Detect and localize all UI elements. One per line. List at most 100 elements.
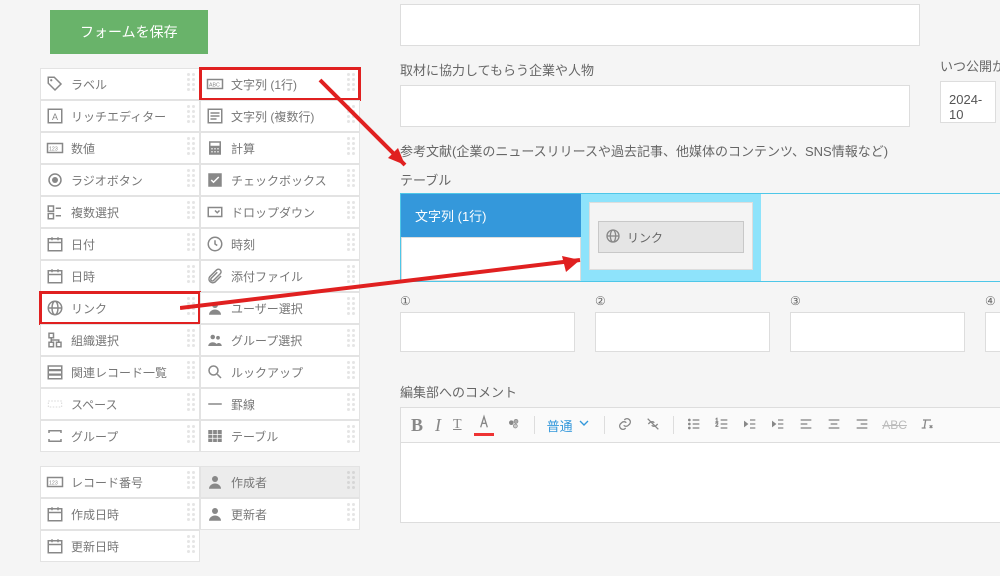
drop-label: リンク bbox=[627, 229, 663, 246]
ABC-icon: ABC bbox=[205, 74, 225, 94]
column-number: ① bbox=[400, 294, 575, 308]
underline-button[interactable]: T bbox=[453, 417, 462, 433]
palette-item-label: スペース bbox=[71, 396, 118, 413]
form-canvas: 取材に協力してもらう企業や人物 参考文献(企業のニュースリリースや過去記事、他媒… bbox=[400, 0, 1000, 562]
palette-item-label: 関連レコード一覧 bbox=[71, 364, 167, 381]
outdent-button[interactable] bbox=[742, 416, 758, 435]
grip-icon bbox=[347, 265, 357, 287]
grip-icon bbox=[347, 105, 357, 127]
link-field-drop[interactable]: リンク bbox=[598, 221, 744, 253]
palette-item-check[interactable]: チェックボックス bbox=[200, 164, 360, 196]
palette-item-label: リンク bbox=[71, 300, 107, 317]
palette-item-space[interactable]: スペース bbox=[40, 388, 200, 420]
palette-item-group[interactable]: グループ bbox=[40, 420, 200, 452]
palette-item-label: 数値 bbox=[71, 140, 95, 157]
palette-item-globe[interactable]: リンク bbox=[40, 292, 200, 324]
bold-button[interactable]: B bbox=[411, 415, 423, 436]
grip-icon bbox=[347, 425, 357, 447]
rel-icon bbox=[45, 362, 65, 382]
palette-item-cal[interactable]: 更新日時 bbox=[40, 530, 200, 562]
strike-button[interactable]: ABC bbox=[882, 418, 907, 432]
table-icon bbox=[205, 426, 225, 446]
svg-text:ABC: ABC bbox=[209, 82, 220, 88]
users-icon bbox=[205, 330, 225, 350]
palette-item-label: 更新日時 bbox=[71, 538, 119, 555]
grip-icon bbox=[187, 233, 197, 255]
palette-item-label: ユーザー選択 bbox=[231, 300, 303, 317]
indent-button[interactable] bbox=[770, 416, 786, 435]
palette-item-label: 作成日時 bbox=[71, 506, 119, 523]
table-header-cell[interactable]: 文字列 (1行) bbox=[401, 194, 581, 237]
table-drop-cell[interactable]: リンク bbox=[581, 194, 761, 281]
clear-format-button[interactable] bbox=[919, 416, 935, 435]
ul-button[interactable] bbox=[686, 416, 702, 435]
palette-item-rel[interactable]: 関連レコード一覧 bbox=[40, 356, 200, 388]
svg-text:123: 123 bbox=[49, 480, 58, 486]
link-button[interactable] bbox=[617, 416, 633, 435]
palette-item-clip[interactable]: 添付ファイル bbox=[200, 260, 360, 292]
grip-icon bbox=[187, 329, 197, 351]
bgcolor-button[interactable] bbox=[506, 416, 522, 435]
palette-item-label: リッチエディター bbox=[71, 108, 166, 125]
palette-item-tag[interactable]: ラベル bbox=[40, 68, 200, 100]
grip-icon bbox=[347, 201, 357, 223]
column-number: ③ bbox=[790, 294, 965, 308]
tag-icon bbox=[45, 74, 65, 94]
text-field[interactable] bbox=[400, 4, 920, 46]
grip-icon bbox=[187, 105, 197, 127]
cal-icon bbox=[45, 536, 65, 556]
unlink-button[interactable] bbox=[645, 416, 661, 435]
text-field[interactable] bbox=[400, 312, 575, 352]
size-select[interactable]: 普通 bbox=[547, 415, 593, 435]
ol-button[interactable]: 12 bbox=[714, 416, 730, 435]
palette-item-cal[interactable]: 作成日時 bbox=[40, 498, 200, 530]
text-field[interactable] bbox=[790, 312, 965, 352]
palette-item-line[interactable]: 罫線 bbox=[200, 388, 360, 420]
palette-item-org[interactable]: 組織選択 bbox=[40, 324, 200, 356]
palette-item-A[interactable]: Aリッチエディター bbox=[40, 100, 200, 132]
palette-item-user[interactable]: ユーザー選択 bbox=[200, 292, 360, 324]
palette-item-users[interactable]: グループ選択 bbox=[200, 324, 360, 356]
palette-item-label: 作成者 bbox=[231, 474, 267, 491]
editor-body[interactable] bbox=[400, 443, 1000, 523]
italic-button[interactable]: I bbox=[435, 415, 441, 436]
field-label: 取材に協力してもらう企業や人物 bbox=[400, 60, 1000, 79]
palette-item-table[interactable]: テーブル bbox=[200, 420, 360, 452]
save-form-button[interactable]: フォームを保存 bbox=[50, 10, 208, 54]
palette-item-123[interactable]: 123 レコード番号 bbox=[40, 466, 200, 498]
align-right-button[interactable] bbox=[854, 416, 870, 435]
table-input-cell[interactable] bbox=[401, 237, 581, 281]
palette-item-123[interactable]: 123数値 bbox=[40, 132, 200, 164]
palette-item-label: ラジオボタン bbox=[71, 172, 143, 189]
palette-item-clock[interactable]: 時刻 bbox=[200, 228, 360, 260]
date-input[interactable]: 2024-10 bbox=[940, 81, 996, 123]
palette-item-label: 時刻 bbox=[231, 236, 255, 253]
palette-item-lines[interactable]: 文字列 (複数行) bbox=[200, 100, 360, 132]
text-field[interactable] bbox=[400, 85, 910, 127]
user-icon bbox=[205, 472, 225, 492]
check-icon bbox=[205, 170, 225, 190]
field-label: 参考文献(企業のニュースリリースや過去記事、他媒体のコンテンツ、SNS情報など) bbox=[400, 141, 1000, 160]
grip-icon bbox=[187, 73, 197, 95]
palette-item-dd[interactable]: ドロップダウン bbox=[200, 196, 360, 228]
palette-item-label: 罫線 bbox=[231, 396, 255, 413]
palette-item-user[interactable]: 更新者 bbox=[200, 498, 360, 530]
palette-item-multi[interactable]: 複数選択 bbox=[40, 196, 200, 228]
text-field[interactable] bbox=[595, 312, 770, 352]
org-icon bbox=[45, 330, 65, 350]
grip-icon bbox=[347, 297, 357, 319]
palette-item-radio[interactable]: ラジオボタン bbox=[40, 164, 200, 196]
palette-item-cal[interactable]: 日付 bbox=[40, 228, 200, 260]
color-button[interactable] bbox=[474, 414, 494, 436]
align-center-button[interactable] bbox=[826, 416, 842, 435]
palette-item-ABC[interactable]: ABC文字列 (1行) bbox=[200, 68, 360, 100]
text-field[interactable] bbox=[985, 312, 1000, 352]
palette-item-label: レコード番号 bbox=[71, 474, 143, 491]
palette-item-lookup[interactable]: ルックアップ bbox=[200, 356, 360, 388]
palette-item-user[interactable]: 作成者 bbox=[200, 466, 360, 498]
align-left-button[interactable] bbox=[798, 416, 814, 435]
palette-item-label: チェックボックス bbox=[231, 172, 327, 189]
table-widget[interactable]: 文字列 (1行) リンク bbox=[400, 193, 1000, 282]
palette-item-calc[interactable]: 計算 bbox=[200, 132, 360, 164]
palette-item-cal[interactable]: 日時 bbox=[40, 260, 200, 292]
